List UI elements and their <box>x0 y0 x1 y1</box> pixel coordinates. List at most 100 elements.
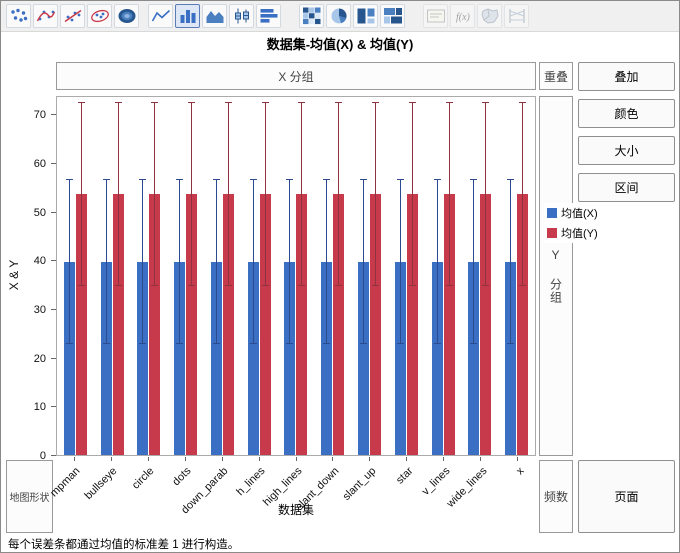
error-bar <box>66 179 73 343</box>
box-plot-button[interactable] <box>229 4 254 28</box>
heatmap-button[interactable] <box>299 4 324 28</box>
bar-group <box>131 97 168 455</box>
toolbar: f(x) <box>1 1 679 32</box>
error-bar <box>335 102 342 286</box>
bar-group <box>204 97 241 455</box>
contour-button[interactable] <box>114 4 139 28</box>
bar-group <box>351 97 388 455</box>
bar-slot <box>505 97 516 455</box>
box-plot-icon <box>232 7 252 25</box>
error-bar <box>409 102 416 286</box>
error-bar <box>372 102 379 286</box>
drop-zone-x-group-label: X 分组 <box>278 68 313 85</box>
drop-zone-freq-label: 频数 <box>544 488 568 505</box>
bar-slot <box>333 97 344 455</box>
bar-slot <box>248 97 259 455</box>
error-bar <box>103 179 110 343</box>
y-tick-label: 10 <box>34 401 46 413</box>
error-bar <box>470 179 477 343</box>
size-zone-button[interactable]: 大小 <box>578 136 675 165</box>
bar-slot <box>284 97 295 455</box>
graph-builder-window: f(x) 数据集-均值(X) & 均值(Y) X 分组 重叠 Y 分组 地图形状… <box>0 0 680 553</box>
interval-zone-button[interactable]: 区间 <box>578 173 675 202</box>
points-icon <box>9 7 29 25</box>
pie-chart-button[interactable] <box>326 4 351 28</box>
caption-box-button[interactable] <box>423 4 448 28</box>
error-bar <box>286 179 293 343</box>
legend-label: 均值(X) <box>561 205 598 221</box>
size-zone-label: 大小 <box>614 142 638 159</box>
x-axis-title[interactable]: 数据集 <box>56 501 536 518</box>
bar-chart-icon <box>178 7 198 25</box>
parallel-plot-icon <box>507 7 527 25</box>
legend-item[interactable]: 均值(X) <box>547 205 598 221</box>
y-tick-label: 60 <box>34 158 46 170</box>
error-bar <box>262 102 269 286</box>
bar-slot <box>101 97 112 455</box>
histogram-button[interactable] <box>256 4 281 28</box>
error-bar <box>298 102 305 286</box>
x-tick-mark <box>111 457 112 461</box>
legend-item[interactable]: 均值(Y) <box>547 225 598 241</box>
mosaic-button[interactable] <box>380 4 405 28</box>
bar-slot <box>358 97 369 455</box>
line-of-fit-button[interactable] <box>60 4 85 28</box>
bar-slot <box>137 97 148 455</box>
error-bar <box>139 179 146 343</box>
bar-slot <box>432 97 443 455</box>
map-shapes-button[interactable] <box>477 4 502 28</box>
ellipse-button[interactable] <box>87 4 112 28</box>
bar-group <box>167 97 204 455</box>
parallel-plot-button[interactable] <box>504 4 529 28</box>
overlay-zone-button[interactable]: 叠加 <box>578 62 675 91</box>
drop-zone-freq[interactable]: 频数 <box>539 460 573 533</box>
error-bar <box>78 102 85 286</box>
formula-button[interactable]: f(x) <box>450 4 475 28</box>
bar-group <box>388 97 425 455</box>
error-bar <box>176 179 183 343</box>
bar-chart-button[interactable] <box>175 4 200 28</box>
drop-zone-y-group-label: Y 分组 <box>548 248 565 304</box>
y-tick-label: 0 <box>40 450 46 462</box>
error-bar <box>115 102 122 286</box>
smoother-button[interactable] <box>33 4 58 28</box>
formula-icon: f(x) <box>453 7 473 25</box>
bar-slot <box>370 97 381 455</box>
y-axis-title[interactable]: X & Y <box>7 240 21 310</box>
error-bar <box>213 179 220 343</box>
x-tick-mark <box>222 457 223 461</box>
error-bar <box>482 102 489 286</box>
bar-group <box>498 97 535 455</box>
page-zone-button[interactable]: 页面 <box>578 460 675 533</box>
error-bar <box>434 179 441 343</box>
svg-text:f(x): f(x) <box>456 12 471 23</box>
y-tick-label: 20 <box>34 353 46 365</box>
bar-slot <box>76 97 87 455</box>
area-chart-button[interactable] <box>202 4 227 28</box>
error-bar-footnote: 每个误差条都通过均值的标准差 1 进行构造。 <box>8 536 239 552</box>
drop-zone-wrap[interactable]: 重叠 <box>539 62 573 90</box>
error-bar <box>507 179 514 343</box>
color-zone-button[interactable]: 颜色 <box>578 99 675 128</box>
bar-slot <box>296 97 307 455</box>
drop-zone-y-group[interactable]: Y 分组 <box>539 96 573 456</box>
treemap-button[interactable] <box>353 4 378 28</box>
smoother-icon <box>36 7 56 25</box>
ellipse-icon <box>90 7 110 25</box>
y-tick-label: 40 <box>34 255 46 267</box>
y-tick-label: 50 <box>34 207 46 219</box>
points-button[interactable] <box>6 4 31 28</box>
bar-group <box>461 97 498 455</box>
bar-slot <box>468 97 479 455</box>
x-tick-mark <box>148 457 149 461</box>
bar-slot <box>321 97 332 455</box>
treemap-icon <box>356 7 376 25</box>
page-zone-label: 页面 <box>614 488 638 505</box>
bar-slot <box>223 97 234 455</box>
line-chart-button[interactable] <box>148 4 173 28</box>
drop-zone-x-group[interactable]: X 分组 <box>56 62 536 90</box>
plot-area[interactable] <box>56 96 536 456</box>
x-tick-mark <box>296 457 297 461</box>
heatmap-icon <box>302 7 322 25</box>
histogram-icon <box>259 7 279 25</box>
